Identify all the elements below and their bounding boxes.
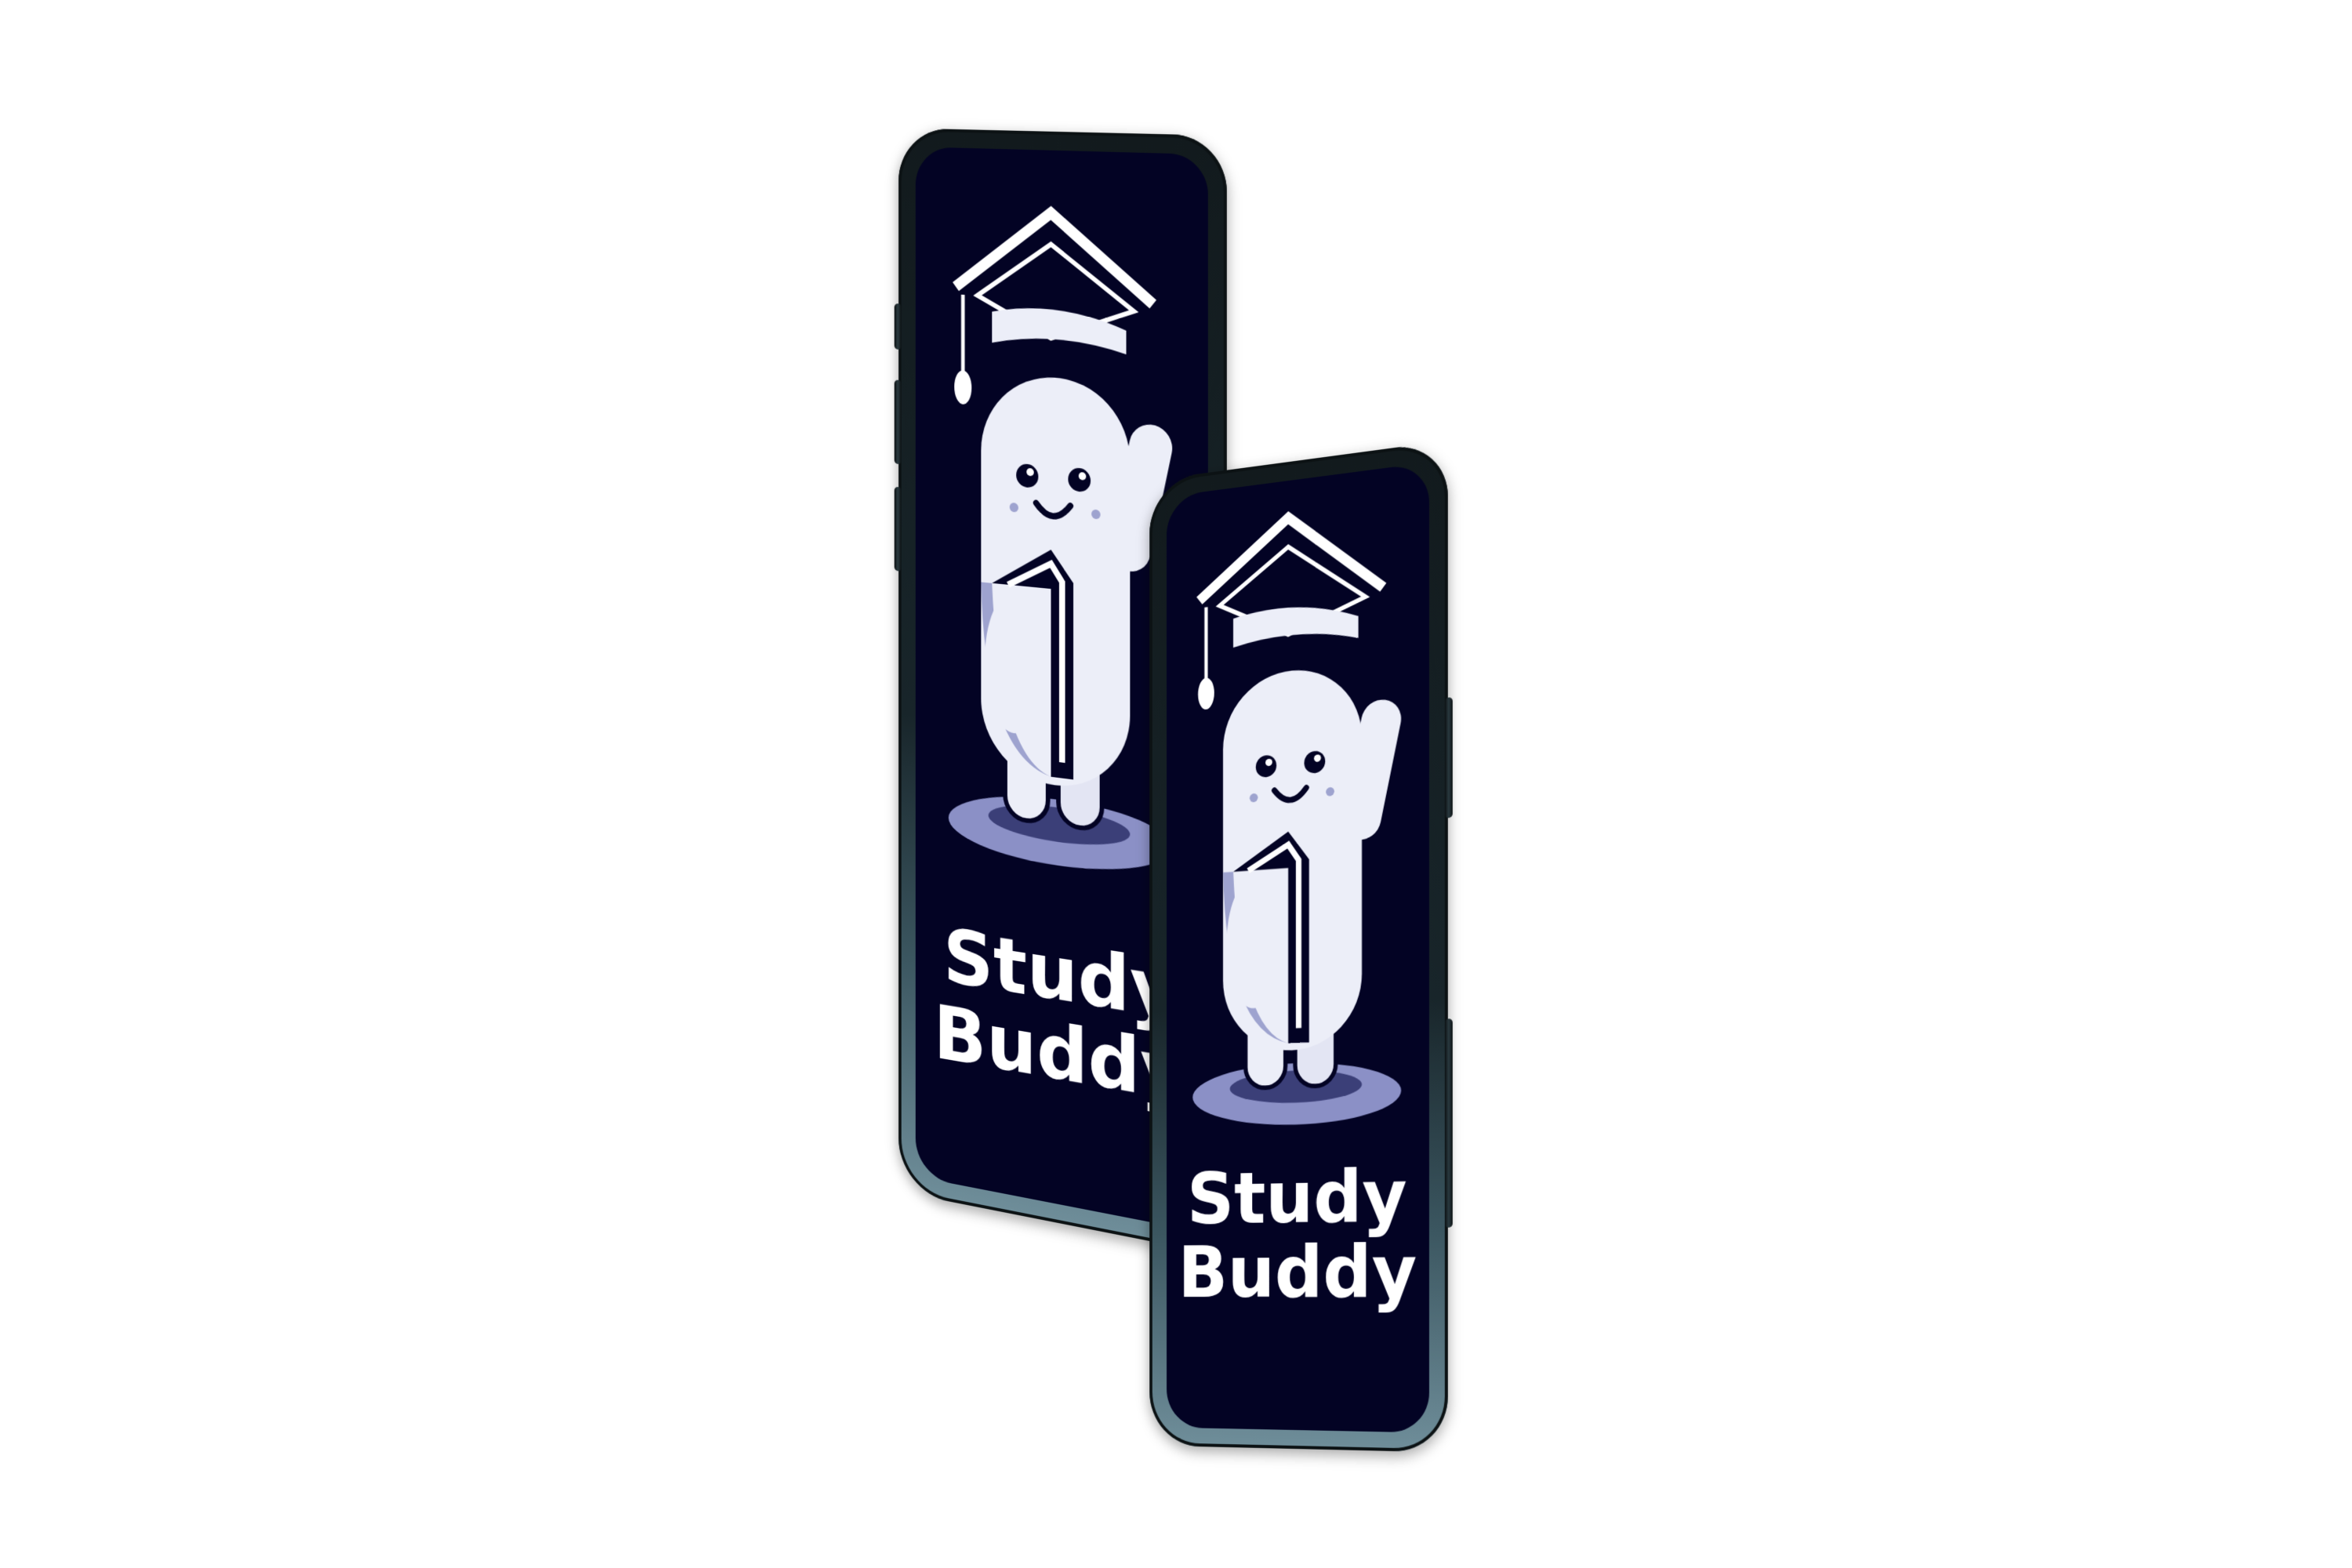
volume-up-button	[895, 379, 902, 464]
mockup-stage: Study Buddy Study Buddy	[0, 0, 2352, 1568]
phone-device-right: Study Buddy	[1149, 441, 1448, 1453]
student-mascot-icon	[1185, 473, 1409, 1134]
app-name: Study Buddy	[1167, 1159, 1429, 1310]
mute-switch	[895, 303, 902, 350]
app-name-line1: Study	[1167, 1159, 1429, 1237]
phone-screen-right: Study Buddy	[1167, 463, 1429, 1433]
volume-down-button	[895, 487, 902, 572]
app-name-line2: Buddy	[1167, 1235, 1429, 1311]
student-mascot-icon	[942, 178, 1180, 889]
side-rail-button	[1445, 1018, 1453, 1228]
power-button	[1445, 697, 1453, 818]
